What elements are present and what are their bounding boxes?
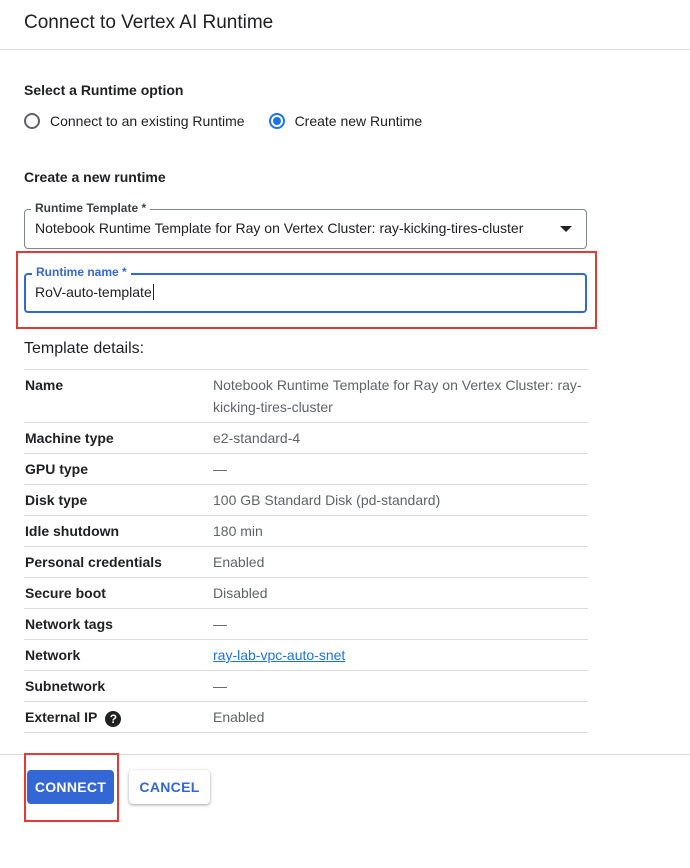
detail-value: Enabled: [213, 701, 588, 733]
detail-key: Idle shutdown: [24, 515, 213, 547]
runtime-template-value: Notebook Runtime Template for Ray on Ver…: [35, 220, 524, 236]
table-row: Personal credentials Enabled: [24, 546, 588, 578]
detail-value: —: [213, 453, 588, 485]
help-circle-icon[interactable]: ?: [105, 711, 122, 727]
detail-value: e2-standard-4: [213, 422, 588, 454]
table-row: Network ray-lab-vpc-auto-snet: [24, 639, 588, 671]
radio-unchecked-icon[interactable]: [24, 113, 40, 129]
radio-existing-runtime[interactable]: Connect to an existing Runtime: [24, 113, 245, 129]
detail-key: Network: [24, 639, 213, 671]
cancel-button[interactable]: CANCEL: [129, 770, 210, 804]
table-row: GPU type —: [24, 453, 588, 485]
table-row: External IP? Enabled: [24, 701, 588, 733]
detail-key: Name: [24, 369, 213, 423]
runtime-template-select[interactable]: Runtime Template * Notebook Runtime Temp…: [24, 201, 587, 249]
detail-key: External IP: [25, 709, 98, 725]
template-details-table: Name Notebook Runtime Template for Ray o…: [24, 369, 588, 733]
text-cursor: [152, 284, 154, 300]
detail-key: GPU type: [24, 453, 213, 485]
runtime-option-group: Connect to an existing Runtime Create ne…: [24, 110, 422, 132]
detail-key: Secure boot: [24, 577, 213, 609]
detail-key: Disk type: [24, 484, 213, 516]
create-runtime-label: Create a new runtime: [24, 169, 166, 185]
dialog-title: Connect to Vertex AI Runtime: [24, 12, 274, 33]
radio-existing-runtime-label: Connect to an existing Runtime: [50, 113, 245, 129]
radio-new-runtime[interactable]: Create new Runtime: [268, 113, 423, 129]
detail-value: —: [213, 670, 588, 702]
table-row: Machine type e2-standard-4: [24, 422, 588, 454]
runtime-name-input[interactable]: Runtime name * RoV-auto-template: [24, 265, 587, 313]
detail-key: Network tags: [24, 608, 213, 640]
dialog-header: Connect to Vertex AI Runtime: [0, 0, 690, 50]
table-row: Idle shutdown 180 min: [24, 515, 588, 547]
runtime-name-value[interactable]: RoV-auto-template: [35, 284, 152, 300]
template-details-heading: Template details:: [24, 340, 145, 357]
connect-button[interactable]: CONNECT: [27, 770, 114, 804]
table-row: Network tags —: [24, 608, 588, 640]
detail-value-cell: ray-lab-vpc-auto-snet: [213, 639, 588, 671]
dropdown-arrow-icon[interactable]: [560, 226, 572, 232]
detail-key: Machine type: [24, 422, 213, 454]
detail-key: Personal credentials: [24, 546, 213, 578]
radio-checked-icon[interactable]: [268, 113, 285, 129]
runtime-name-label: Runtime name *: [32, 265, 131, 279]
runtime-option-label: Select a Runtime option: [24, 82, 184, 98]
network-link[interactable]: ray-lab-vpc-auto-snet: [213, 647, 345, 663]
detail-key: Subnetwork: [24, 670, 213, 702]
detail-value: —: [213, 608, 588, 640]
runtime-name-value-wrap[interactable]: RoV-auto-template: [35, 284, 154, 300]
detail-value: Notebook Runtime Template for Ray on Ver…: [213, 369, 588, 423]
table-row: Subnetwork —: [24, 670, 588, 702]
detail-value: 180 min: [213, 515, 588, 547]
detail-value: Disabled: [213, 577, 588, 609]
table-row: Name Notebook Runtime Template for Ray o…: [24, 369, 588, 423]
detail-value: Enabled: [213, 546, 588, 578]
table-row: Disk type 100 GB Standard Disk (pd-stand…: [24, 484, 588, 516]
table-row: Secure boot Disabled: [24, 577, 588, 609]
detail-key-cell: External IP?: [24, 701, 213, 733]
detail-value: 100 GB Standard Disk (pd-standard): [213, 484, 588, 516]
runtime-template-label: Runtime Template *: [31, 201, 151, 215]
radio-new-runtime-label: Create new Runtime: [294, 113, 423, 129]
